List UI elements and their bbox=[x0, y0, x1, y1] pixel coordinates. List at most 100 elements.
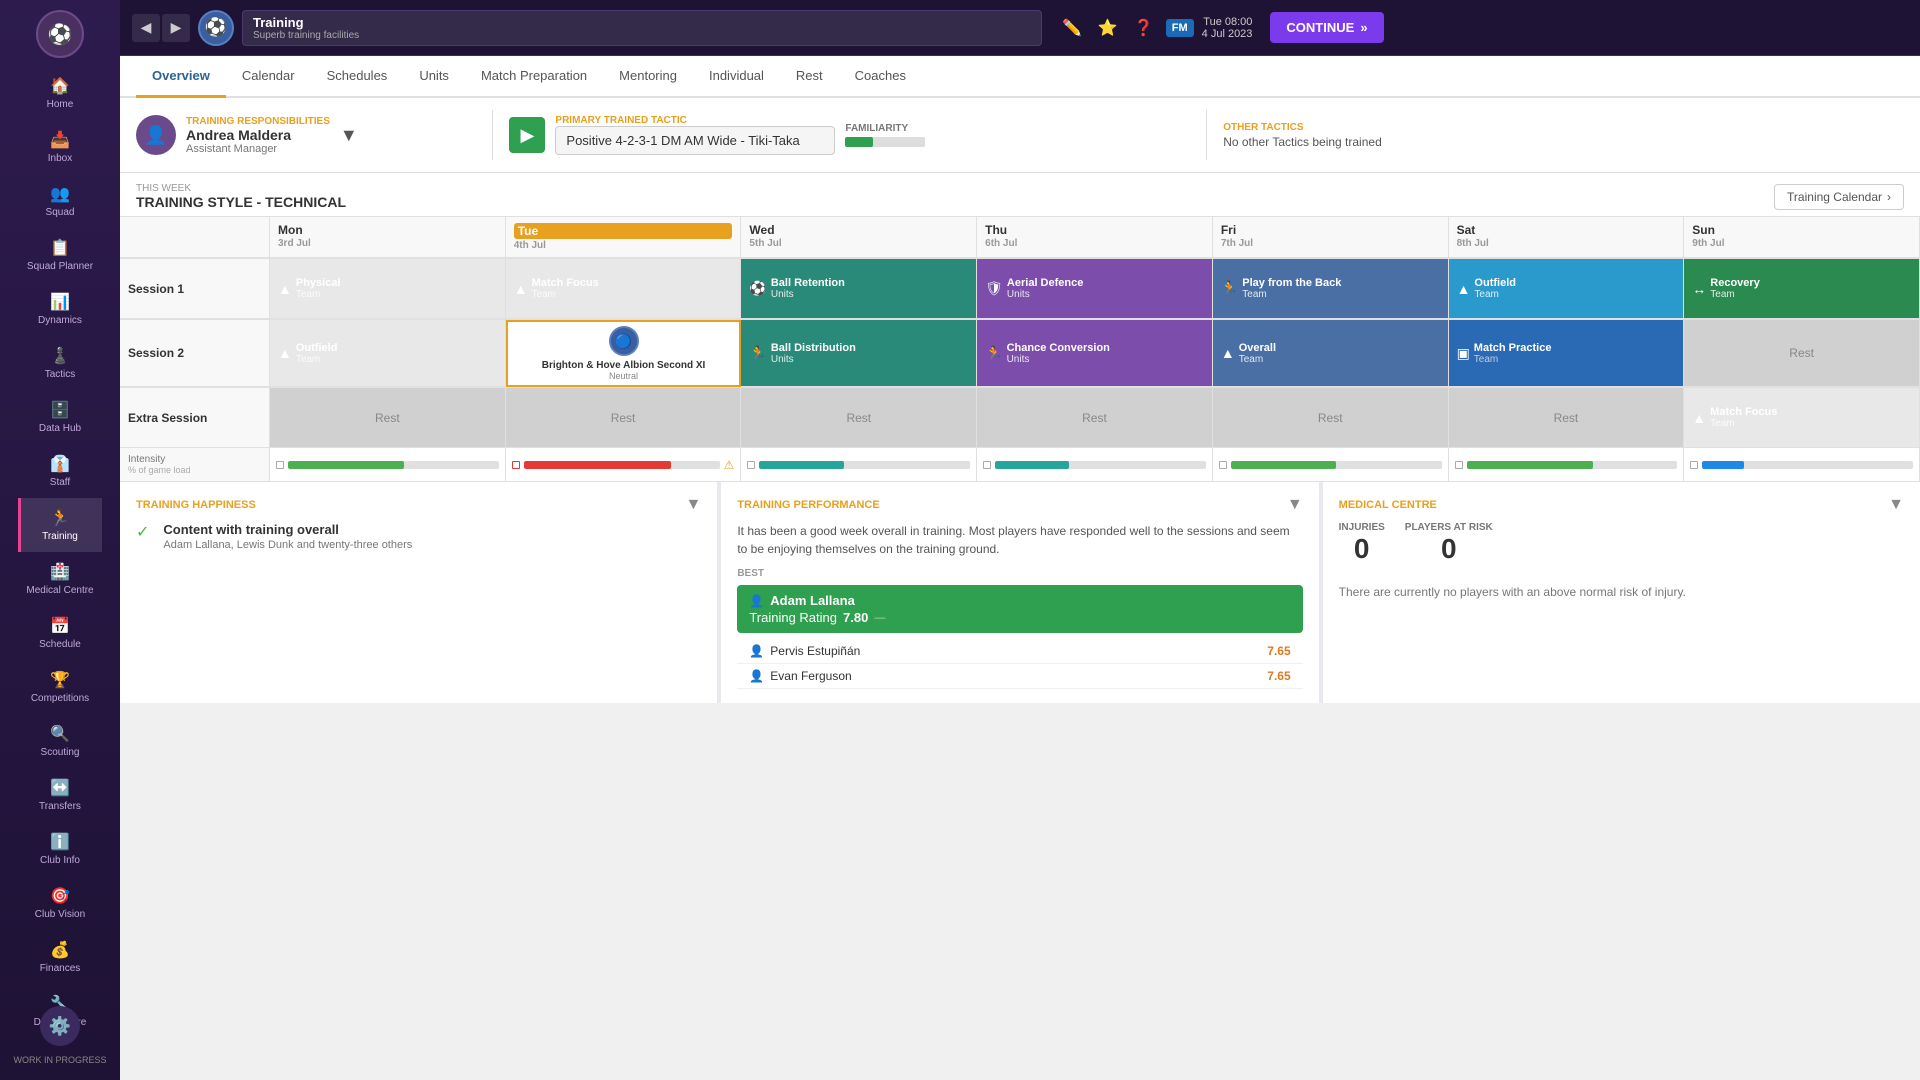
day-date-sun: 9th Jul bbox=[1692, 238, 1911, 249]
sidebar: ⚽ 🏠Home📥Inbox👥Squad📋Squad Planner📊Dynami… bbox=[0, 0, 120, 1080]
tab-rest[interactable]: Rest bbox=[780, 56, 839, 98]
extra-sat[interactable]: Rest bbox=[1449, 388, 1685, 448]
sidebar-item-data-hub[interactable]: 🗄️Data Hub bbox=[18, 390, 101, 444]
s1-thu-header: 🛡 Aerial Defence Units bbox=[985, 277, 1204, 300]
extra-thu[interactable]: Rest bbox=[977, 388, 1213, 448]
best-player-card[interactable]: 👤 Adam Lallana Training Rating 7.80 — bbox=[737, 585, 1302, 633]
squad-label: Squad bbox=[46, 207, 75, 218]
training-calendar-button[interactable]: Training Calendar › bbox=[1774, 184, 1904, 210]
sidebar-item-finances[interactable]: 💰Finances bbox=[18, 930, 101, 984]
happiness-title[interactable]: TRAINING HAPPINESS bbox=[136, 499, 256, 511]
medical-centre-panel: MEDICAL CENTRE ▼ INJURIES 0 PLAYERS AT R… bbox=[1319, 482, 1920, 703]
sidebar-item-inbox[interactable]: 📥Inbox bbox=[18, 120, 101, 174]
extra-mon[interactable]: Rest bbox=[270, 388, 506, 448]
dynamics-label: Dynamics bbox=[38, 315, 82, 326]
s1-thu[interactable]: 🛡 Aerial Defence Units bbox=[977, 259, 1213, 319]
s1-sun[interactable]: ↔ Recovery Team bbox=[1684, 259, 1920, 319]
s1-wed-info: Ball Retention Units bbox=[771, 277, 845, 300]
help-icon[interactable]: ❓ bbox=[1130, 14, 1158, 42]
inbox-label: Inbox bbox=[48, 153, 72, 164]
s1-wed[interactable]: ⚽ Ball Retention Units bbox=[741, 259, 977, 319]
search-bar[interactable]: Training Superb training facilities bbox=[242, 10, 1042, 46]
nav-back-button[interactable]: ◀ bbox=[132, 14, 160, 42]
s2-sat-sub: Team bbox=[1474, 354, 1552, 365]
s1-sat[interactable]: ▲ Outfield Team bbox=[1449, 259, 1685, 319]
intensity-title: Intensity bbox=[128, 454, 261, 465]
s2-wed[interactable]: 🏃 Ball Distribution Units bbox=[741, 320, 977, 387]
manager-role: Assistant Manager bbox=[186, 143, 330, 155]
schedule-icon: 📅 bbox=[50, 616, 70, 636]
s2-mon[interactable]: ▲ Outfield Team bbox=[270, 320, 506, 387]
sidebar-item-club-vision[interactable]: 🎯Club Vision bbox=[18, 876, 101, 930]
extra-wed[interactable]: Rest bbox=[741, 388, 977, 448]
s2-fri[interactable]: ▲ Overall Team bbox=[1213, 320, 1449, 387]
s2-sat-header: ▣ Match Practice Team bbox=[1457, 342, 1676, 365]
happiness-icon: ✓ bbox=[136, 522, 149, 542]
op1-name-row: 👤 Pervis Estupiñán bbox=[749, 644, 860, 658]
s1-fri[interactable]: 🏃 Play from the Back Team bbox=[1213, 259, 1449, 319]
sidebar-item-transfers[interactable]: ↔️Transfers bbox=[18, 768, 101, 822]
continue-button[interactable]: CONTINUE » bbox=[1270, 12, 1383, 43]
sidebar-item-tactics[interactable]: ♟️Tactics bbox=[18, 336, 101, 390]
sidebar-item-staff[interactable]: 👔Staff bbox=[18, 444, 101, 498]
sidebar-item-competitions[interactable]: 🏆Competitions bbox=[18, 660, 101, 714]
s1-tue-icon: ▲ bbox=[514, 281, 528, 297]
nav-forward-button[interactable]: ▶ bbox=[162, 14, 190, 42]
performance-toggle[interactable]: ▼ bbox=[1287, 496, 1303, 514]
other-player-1[interactable]: 👤 Pervis Estupiñán 7.65 bbox=[737, 639, 1302, 664]
responsibilities-dropdown[interactable]: ▼ bbox=[340, 125, 358, 146]
tab-mentoring[interactable]: Mentoring bbox=[603, 56, 693, 98]
tab-overview[interactable]: Overview bbox=[136, 56, 226, 98]
best-label: BEST bbox=[737, 568, 1302, 579]
day-date-fri: 7th Jul bbox=[1221, 238, 1440, 249]
tab-calendar[interactable]: Calendar bbox=[226, 56, 311, 98]
intensity-sat-bar bbox=[1467, 461, 1678, 469]
extra-sun[interactable]: ▲ Match Focus Team bbox=[1684, 388, 1920, 448]
sidebar-item-home[interactable]: 🏠Home bbox=[18, 66, 101, 120]
s1-mon[interactable]: ▲ Physical Team bbox=[270, 259, 506, 319]
s2-fri-sub: Team bbox=[1239, 354, 1276, 365]
s2-sun[interactable]: Rest bbox=[1684, 320, 1920, 387]
extra-sun-card: ▲ Match Focus Team bbox=[1684, 388, 1919, 447]
sidebar-item-dynamics[interactable]: 📊Dynamics bbox=[18, 282, 101, 336]
s1-tue[interactable]: ▲ Match Focus Team bbox=[506, 259, 742, 319]
medical-toggle[interactable]: ▼ bbox=[1888, 496, 1904, 514]
primary-tactic-label[interactable]: PRIMARY TRAINED TACTIC bbox=[555, 115, 835, 126]
search-sub: Superb training facilities bbox=[253, 30, 1031, 41]
grid-corner bbox=[120, 217, 270, 258]
tab-units[interactable]: Units bbox=[403, 56, 465, 98]
sidebar-item-training[interactable]: 🏃Training bbox=[18, 498, 101, 552]
s1-wed-header: ⚽ Ball Retention Units bbox=[749, 277, 968, 300]
extra-wed-card: Rest bbox=[741, 388, 976, 447]
medical-title[interactable]: MEDICAL CENTRE bbox=[1339, 499, 1437, 511]
s2-sat[interactable]: ▣ Match Practice Team bbox=[1449, 320, 1685, 387]
tab-schedules[interactable]: Schedules bbox=[311, 56, 404, 98]
star-icon[interactable]: ⭐ bbox=[1094, 14, 1122, 42]
day-date-thu: 6th Jul bbox=[985, 238, 1204, 249]
sidebar-item-club-info[interactable]: ℹ️Club Info bbox=[18, 822, 101, 876]
happiness-text-container: Content with training overall Adam Lalla… bbox=[163, 522, 412, 551]
extra-fri[interactable]: Rest bbox=[1213, 388, 1449, 448]
session1-label: Session 1 bbox=[120, 259, 270, 319]
sidebar-item-squad[interactable]: 👥 Squad bbox=[18, 174, 101, 228]
s2-thu[interactable]: 🏃 Chance Conversion Units bbox=[977, 320, 1213, 387]
sidebar-item-squad-planner[interactable]: 📋Squad Planner bbox=[18, 228, 101, 282]
tab-coaches[interactable]: Coaches bbox=[839, 56, 922, 98]
tab-match-prep[interactable]: Match Preparation bbox=[465, 56, 603, 98]
other-player-2[interactable]: 👤 Evan Ferguson 7.65 bbox=[737, 664, 1302, 689]
tactic-select[interactable]: Positive 4-2-3-1 DM AM Wide - Tiki-Taka bbox=[555, 126, 835, 155]
sidebar-item-medical[interactable]: 🏥Medical Centre bbox=[18, 552, 101, 606]
sidebar-item-schedule[interactable]: 📅Schedule bbox=[18, 606, 101, 660]
edit-icon[interactable]: ✏️ bbox=[1058, 14, 1086, 42]
other-tactics-label[interactable]: OTHER TACTICS bbox=[1223, 122, 1904, 133]
happiness-toggle[interactable]: ▼ bbox=[685, 496, 701, 514]
extra-tue[interactable]: Rest bbox=[506, 388, 742, 448]
active-bar-training bbox=[18, 498, 21, 552]
responsibilities-label: TRAINING RESPONSIBILITIES bbox=[186, 116, 330, 127]
squad-planner-label: Squad Planner bbox=[27, 261, 93, 272]
tab-individual[interactable]: Individual bbox=[693, 56, 780, 98]
sidebar-item-scouting[interactable]: 🔍Scouting bbox=[18, 714, 101, 768]
squad-icon: 👥 bbox=[50, 184, 70, 204]
s2-tue[interactable]: 🔵 Brighton & Hove Albion Second XI Neutr… bbox=[506, 320, 742, 387]
performance-title[interactable]: TRAINING PERFORMANCE bbox=[737, 499, 879, 511]
